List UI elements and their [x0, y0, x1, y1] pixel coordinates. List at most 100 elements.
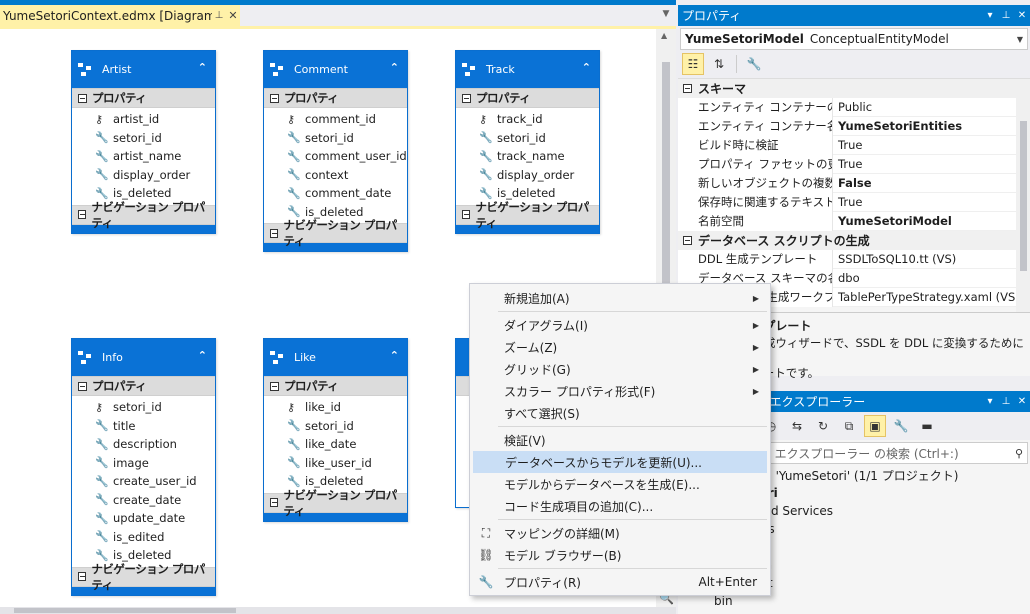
property-row[interactable]: プロパティ ファセットの更新True [678, 154, 1030, 174]
hscroll-thumb[interactable] [14, 608, 236, 613]
entity-property[interactable]: 🔧 create_date [72, 491, 215, 510]
properties-icon[interactable]: 🔧 [890, 415, 912, 437]
property-row-value[interactable]: True [833, 195, 1030, 209]
entity-property[interactable]: 🔧 comment_user_id [264, 147, 407, 166]
chevron-up-icon[interactable]: ⌃ [390, 349, 399, 362]
entity-property[interactable]: 🔧 display_order [456, 166, 599, 185]
property-row[interactable]: DDL 生成テンプレート SSDLToSQL10.tt (VS) [678, 249, 1030, 269]
entity-header[interactable]: Artist ⌃ [72, 51, 215, 88]
menu-zoom[interactable]: ズーム(Z) ▶ [473, 336, 767, 358]
grid-scrollbar[interactable] [1016, 79, 1030, 313]
menu-grid[interactable]: グリッド(G) ▶ [473, 358, 767, 380]
dropdown-icon[interactable]: ▾ [982, 396, 998, 407]
collapse-icon[interactable] [683, 84, 692, 93]
entity-property[interactable]: 🔧 is_edited [72, 528, 215, 547]
collapse-icon[interactable] [78, 93, 87, 103]
property-row-value[interactable]: False [833, 176, 1030, 190]
menu-mapping-details[interactable]: ⛶ マッピングの詳細(M) [473, 522, 767, 544]
entity-property[interactable]: 🔧 setori_id [264, 417, 407, 436]
property-row-value[interactable]: True [833, 138, 1030, 152]
property-row-value[interactable]: Public [833, 100, 1030, 114]
menu-model-browser[interactable]: ⛓ モデル ブラウザー(B) [473, 544, 767, 566]
tab-dropdown-icon[interactable]: ▼ [660, 9, 672, 21]
entity-property[interactable]: 🔧 setori_id [264, 129, 407, 148]
pin-icon[interactable]: ⊥ [212, 10, 226, 21]
navigation-section[interactable]: ナビゲーション プロパティ [264, 218, 407, 248]
collapse-icon[interactable] [270, 93, 279, 103]
entity-property[interactable]: 🔧 like_date [264, 435, 407, 454]
menu-diagram[interactable]: ダイアグラム(I) ▶ [473, 314, 767, 336]
navigation-section[interactable]: ナビゲーション プロパティ [72, 200, 215, 230]
entity-property[interactable]: ⚷ track_id [456, 110, 599, 129]
property-row[interactable]: 新しいオブジェクトの複数化 False [678, 173, 1030, 193]
entity-property[interactable]: ⚷ artist_id [72, 110, 215, 129]
chevron-down-icon[interactable]: ▼ [1017, 35, 1023, 44]
entity-artist[interactable]: Artist ⌃ プロパティ ⚷ artist_id 🔧 setori_id 🔧 artist_… [71, 50, 216, 234]
collapse-icon[interactable] [462, 93, 471, 103]
chevron-up-icon[interactable]: ⌃ [198, 349, 207, 362]
property-row-value[interactable]: dbo [833, 271, 1030, 285]
entity-property[interactable]: ⚷ like_id [264, 398, 407, 417]
entity-property[interactable]: 🔧 create_user_id [72, 472, 215, 491]
property-row-value[interactable]: SSDLToSQL10.tt (VS) [833, 252, 1030, 266]
collapse-icon[interactable] [78, 572, 87, 581]
entity-property[interactable]: ⚷ comment_id [264, 110, 407, 129]
entity-property[interactable]: 🔧 like_user_id [264, 454, 407, 473]
property-row[interactable]: 保存時に関連するテキスト テンプTrue [678, 192, 1030, 212]
entity-header[interactable]: Like ⌃ [264, 339, 407, 376]
search-icon[interactable]: ⚲ [1015, 447, 1023, 460]
entity-like[interactable]: Like ⌃ プロパティ ⚷ like_id 🔧 setori_id 🔧 like_date 🔧 l… [263, 338, 408, 522]
properties-section[interactable]: プロパティ [456, 88, 599, 108]
entity-property[interactable]: 🔧 context [264, 166, 407, 185]
properties-section[interactable]: プロパティ [264, 88, 407, 108]
collapse-icon[interactable] [270, 498, 279, 507]
chevron-up-icon[interactable]: ⌃ [582, 61, 591, 74]
close-icon[interactable]: ✕ [1014, 10, 1030, 21]
close-icon[interactable]: ✕ [1014, 396, 1030, 407]
menu-add-codegen[interactable]: コード生成項目の追加(C)... [473, 495, 767, 517]
entity-property[interactable]: 🔧 title [72, 417, 215, 436]
property-row-value[interactable]: TablePerTypeStrategy.xaml (VS) [833, 290, 1030, 304]
menu-scalar-format[interactable]: スカラー プロパティ形式(F) ▶ [473, 380, 767, 402]
entity-header[interactable]: Track ⌃ [456, 51, 599, 88]
property-category[interactable]: データベース スクリプトの生成 [678, 231, 1030, 250]
property-row-value[interactable]: YumeSetoriModel [833, 214, 1030, 228]
categorized-icon[interactable]: ☷ [682, 53, 704, 75]
chevron-up-icon[interactable]: ⌃ [390, 61, 399, 74]
properties-section[interactable]: プロパティ [72, 376, 215, 396]
menu-update-from-db[interactable]: データベースからモデルを更新(U)... [473, 451, 767, 473]
navigation-section[interactable]: ナビゲーション プロパティ [264, 488, 407, 518]
scroll-thumb[interactable] [662, 62, 670, 284]
tree-item[interactable]: Content [678, 610, 1030, 614]
entity-property[interactable]: 🔧 description [72, 435, 215, 454]
entity-property[interactable]: 🔧 setori_id [456, 129, 599, 148]
properties-section[interactable]: プロパティ [72, 88, 215, 108]
entity-property[interactable]: 🔧 comment_date [264, 184, 407, 203]
property-row-value[interactable]: True [833, 157, 1030, 171]
entity-property[interactable]: 🔧 artist_name [72, 147, 215, 166]
property-grid[interactable]: スキーマエンティティ コンテナーのアクセスPublicエンティティ コンテナー名… [678, 78, 1030, 313]
collapse-icon[interactable] [270, 228, 279, 238]
entity-property[interactable]: 🔧 setori_id [72, 129, 215, 148]
grid-scroll-thumb[interactable] [1020, 121, 1027, 271]
entity-comment[interactable]: Comment ⌃ プロパティ ⚷ comment_id 🔧 setori_id 🔧 comme… [263, 50, 408, 252]
property-row[interactable]: エンティティ コンテナー名 YumeSetoriEntities [678, 116, 1030, 136]
entity-property[interactable]: 🔧 update_date [72, 509, 215, 528]
menu-generate-db[interactable]: モデルからデータベースを生成(E)... [473, 473, 767, 495]
collapse-all-icon[interactable]: ⧉ [838, 415, 860, 437]
entity-header[interactable]: Info ⌃ [72, 339, 215, 376]
pin-icon[interactable]: ⊥ [998, 396, 1014, 407]
property-row[interactable]: 名前空間 YumeSetoriModel [678, 211, 1030, 231]
dropdown-icon[interactable]: ▾ [982, 10, 998, 21]
alphabetical-icon[interactable]: ⇅ [708, 53, 730, 75]
collapse-icon[interactable] [462, 210, 471, 219]
preview-icon[interactable]: ▬ [916, 415, 938, 437]
scroll-up-icon[interactable]: ▲ [661, 31, 667, 40]
tab-diagram[interactable]: YumeSetoriContext.edmx [Diagram1] ⊥ ✕ [0, 5, 240, 26]
property-category[interactable]: スキーマ [678, 79, 1030, 98]
entity-track[interactable]: Track ⌃ プロパティ ⚷ track_id 🔧 setori_id 🔧 track_nam… [455, 50, 600, 234]
entity-property[interactable]: 🔧 image [72, 454, 215, 473]
property-pages-icon[interactable]: 🔧 [743, 53, 765, 75]
pin-icon[interactable]: ⊥ [998, 10, 1014, 21]
menu-properties[interactable]: 🔧 プロパティ(R) Alt+Enter [473, 571, 767, 593]
